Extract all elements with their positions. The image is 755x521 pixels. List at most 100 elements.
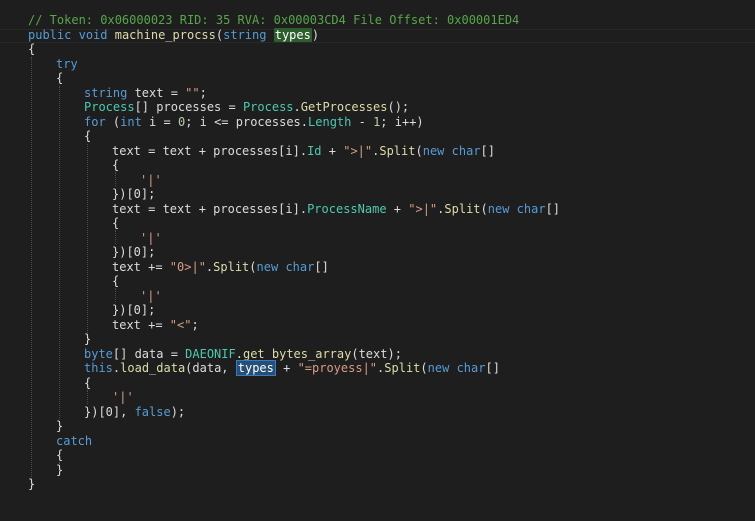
statement: Process[] processes = Process.GetProcess… [84,100,409,115]
code-line: for (int i = 0; i <= processes.Length - … [0,115,755,130]
property-name[interactable]: ProcessName [307,202,386,216]
statement: text += "0>|".Split(new char[] [112,260,329,275]
code-line: try [0,57,755,72]
code-text: text = [127,85,186,100]
code-line: { [0,158,755,173]
method-call[interactable]: Split [384,361,420,375]
statement: string text = ""; [84,86,207,101]
statement: byte[] data = DAEONIF.get_bytes_array(te… [84,347,402,362]
token-comment: // Token: 0x06000023 RID: 35 RVA: 0x0000… [28,13,520,27]
code-text: ( [249,259,257,274]
new-keyword: new [487,201,510,216]
char-keyword: char [516,201,546,216]
string-literal: ">|" [408,201,438,216]
string-keyword: string [84,85,128,100]
method-call[interactable]: Split [213,260,249,274]
code-line: '|' [0,231,755,246]
code-line: { [0,274,755,289]
code-text: [] processes = [134,100,243,114]
statement: for (int i = 0; i <= processes.Length - … [84,115,424,130]
string-literal: "" [185,85,200,100]
statement: this.load_data(data, types + "=proyess|"… [84,360,500,376]
method-call[interactable]: Split [444,202,480,216]
code-line: catch [0,434,755,449]
char-keyword: char [451,143,481,158]
code-line: })[0]; [0,303,755,318]
string-literal: ">|" [343,143,373,158]
code-text: (text); [351,346,402,361]
code-line: byte[] data = DAEONIF.get_bytes_array(te… [0,347,755,362]
statement: text = text + processes[i].ProcessName +… [112,202,560,217]
method-call[interactable]: GetProcesses [301,100,388,114]
code-lines: // Token: 0x06000023 RID: 35 RVA: 0x0000… [0,13,755,492]
for-keyword: for [84,114,106,129]
code-line: { [0,129,755,144]
close-paren: ) [311,27,320,42]
int-keyword: int [120,114,142,129]
type-name[interactable]: Process [84,100,135,114]
return-type-keyword: void [78,27,108,42]
code-text: ( [415,143,423,158]
type-name[interactable]: DAEONIF [185,347,236,361]
code-line: '|' [0,390,755,405]
brace: { [56,448,64,462]
code-line: })[0]; [0,187,755,202]
code-text: ; [199,85,207,100]
code-text: ( [420,361,428,375]
method-signature: public void machine_procss(string types) [28,27,320,43]
code-text: . [293,100,301,114]
brace: } [84,332,92,346]
param-type: string [223,27,267,42]
code-line: { [0,42,755,57]
code-line: { [0,216,755,231]
code-line: } [0,419,755,434]
property-name[interactable]: Length [308,115,351,129]
code-text: text = text + processes[i]. [112,201,308,216]
code-text: . [235,346,243,361]
code-text: i = [141,114,178,129]
catch-keyword: catch [56,433,93,448]
code-text: ; i <= processes. [185,114,309,129]
code-text: + [321,143,344,158]
code-line: text += "<"; [0,318,755,333]
code-line: } [0,332,755,347]
code-line: this.load_data(data, types + "=proyess|"… [0,360,755,376]
char-literal: '|' [140,230,162,245]
code-text: ; i++) [380,114,424,129]
code-line: public void machine_procss(string types) [0,27,755,43]
brace: } [56,462,64,477]
method-call[interactable]: load_data [120,361,185,375]
brace: { [112,274,120,288]
code-text: - [351,114,374,129]
code-line: })[0], false); [0,405,755,420]
statement: text += "<"; [112,318,199,333]
code-line: { [0,376,755,391]
param-name-highlighted[interactable]: types [273,27,312,42]
code-line: })[0]; [0,245,755,260]
code-text: [] [545,201,561,216]
method-call[interactable]: Split [379,144,415,158]
new-keyword: new [256,259,279,274]
statement: })[0], false); [84,405,185,420]
code-text: text += [112,259,170,274]
code-text: })[0]; [112,187,156,201]
type-name[interactable]: Process [243,100,294,114]
char-literal: '|' [112,390,134,404]
code-line: } [0,477,755,492]
selected-identifier[interactable]: types [235,360,276,376]
code-line: text += "0>|".Split(new char[] [0,260,755,275]
method-name[interactable]: machine_procss [115,28,216,42]
brace: } [28,477,36,491]
modifier-keyword: public [28,27,72,42]
property-name[interactable]: Id [307,144,321,158]
method-call[interactable]: get_bytes_array [243,347,351,361]
statement: text = text + processes[i].Id + ">|".Spl… [112,144,495,159]
code-editor[interactable]: // Token: 0x06000023 RID: 35 RVA: 0x0000… [0,0,755,493]
code-text: })[0]; [112,303,156,317]
char-literal: '|' [140,288,162,303]
code-line: // Token: 0x06000023 RID: 35 RVA: 0x0000… [0,13,755,28]
brace: } [56,419,64,433]
this-keyword: this [84,361,113,375]
string-literal: "<" [169,317,192,332]
